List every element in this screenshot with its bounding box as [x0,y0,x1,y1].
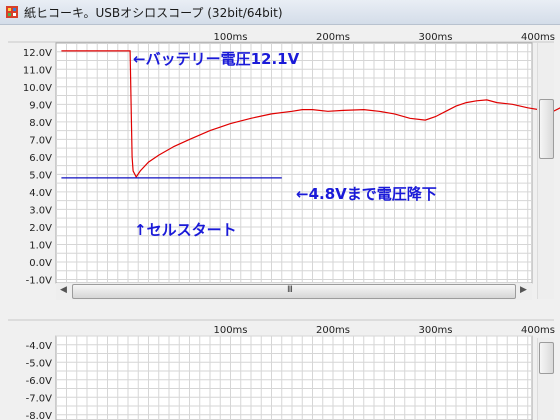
y-tick-label: -7.0V [26,393,53,404]
annotation-voltage-drop: ←4.8Vまで電圧降下 [296,185,437,203]
horizontal-scroll-thumb[interactable]: III [72,284,516,299]
horizontal-scrollbar[interactable]: ◀ III ▶ [56,283,532,300]
vertical-scrollbar-bottom[interactable] [537,338,554,420]
vertical-scroll-thumb-top[interactable] [539,99,554,159]
x-tick-label: 300ms [418,32,452,43]
top-plot-area [55,42,533,284]
y-tick-label: 4.0V [29,188,52,199]
x-tick-label: 400ms [521,325,555,336]
y-tick-label: 8.0V [29,118,52,129]
y-tick-label: 11.0V [23,65,52,76]
y-tick-label: -4.0V [26,341,53,352]
top-y-axis: 12.0V 11.0V 10.0V 9.0V 8.0V 7.0V 6.0V 5.0V 4.0V 3… [23,48,52,287]
x-tick-label: 300ms [418,325,452,336]
y-tick-label: 7.0V [29,135,52,146]
app-client-area: 12.0V 11.0V 10.0V 9.0V 8.0V 7.0V 6.0V 5.0V 4.0V 3… [0,25,560,420]
bottom-plot-area [55,335,533,420]
title-bar: 紙ヒコーキ。USBオシロスコープ (32bit/64bit) [0,0,560,25]
y-tick-label: -1.0V [26,275,53,286]
x-tick-label: 400ms [521,32,555,43]
annotation-battery-voltage: ←バッテリー電圧12.1V [133,50,300,68]
y-tick-label: 3.0V [29,205,52,216]
x-tick-label: 100ms [213,325,247,336]
x-tick-label: 200ms [316,32,350,43]
y-tick-label: 1.0V [29,240,52,251]
y-tick-label: 10.0V [23,83,52,94]
y-tick-label: 6.0V [29,153,52,164]
y-tick-label: 5.0V [29,170,52,181]
top-x-axis: 100ms 200ms 300ms 400ms [213,32,555,43]
y-tick-label: 0.0V [29,258,52,269]
y-tick-label: 2.0V [29,223,52,234]
x-tick-label: 200ms [316,325,350,336]
y-tick-label: -8.0V [26,411,53,420]
scroll-right-arrow-icon[interactable]: ▶ [520,285,527,295]
y-tick-label: -6.0V [26,376,53,387]
scroll-left-arrow-icon[interactable]: ◀ [60,285,67,295]
annotation-cell-start: ↑セルスタート [134,221,237,239]
y-tick-label: 9.0V [29,100,52,111]
window-title: 紙ヒコーキ。USBオシロスコープ (32bit/64bit) [24,6,283,20]
y-tick-label: -5.0V [26,358,53,369]
x-tick-label: 100ms [213,32,247,43]
window-app-icon [6,6,18,18]
vertical-scroll-thumb-bottom[interactable] [539,342,554,374]
vertical-scrollbar-top[interactable] [537,43,554,299]
bottom-x-axis: 100ms 200ms 300ms 400ms [213,325,555,336]
oscilloscope-canvas: 12.0V 11.0V 10.0V 9.0V 8.0V 7.0V 6.0V 5.0V 4.0V 3… [8,32,560,420]
bottom-y-axis: -4.0V -5.0V -6.0V -7.0V -8.0V [26,341,53,420]
scroll-grip-icon: III [287,285,293,295]
y-tick-label: 12.0V [23,48,52,59]
